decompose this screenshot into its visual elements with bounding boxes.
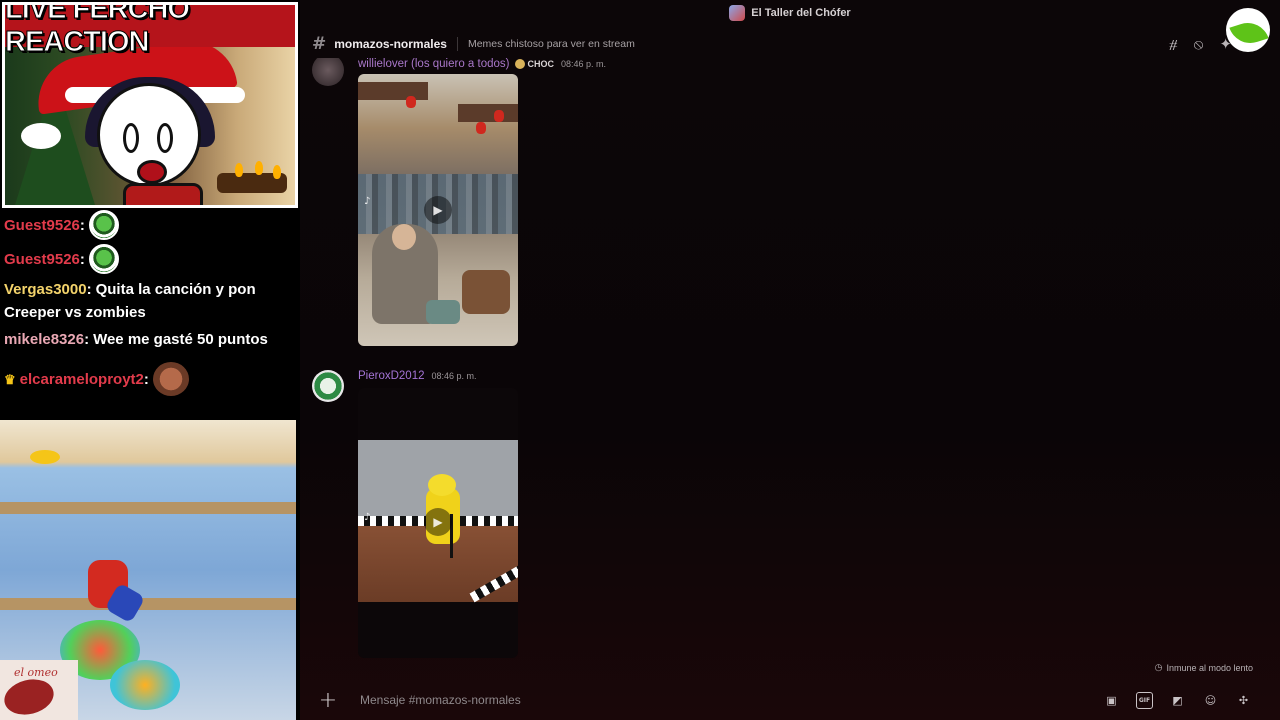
message-timestamp: 08:46 p. m. — [560, 59, 607, 69]
chat-username: Guest9526 — [4, 250, 80, 268]
emoji-icon[interactable]: ☺ — [1202, 692, 1219, 709]
chat-username: elcarameloproyt2 — [19, 370, 144, 388]
message-composer: + ▣ GIF ◩ ☺ ✣ — [312, 680, 1272, 720]
tiktok-icon: ♪ — [364, 512, 371, 523]
discord-window: El Taller del Chófer # momazos-normales … — [300, 0, 1280, 720]
hash-icon: # — [312, 34, 327, 54]
server-name: El Taller del Chófer — [751, 7, 851, 19]
sticker-icon[interactable]: ◩ — [1169, 692, 1186, 709]
chat-username: mikele8326 — [4, 331, 85, 348]
gift-icon[interactable]: ▣ — [1103, 692, 1120, 709]
chat-message: mikele8326: Wee me gasté 50 puntos — [4, 331, 268, 348]
tag-icon — [515, 59, 526, 69]
stream-title: LIVE FERCHO REACTION — [5, 5, 295, 59]
add-attachment-button[interactable]: + — [312, 684, 344, 716]
play-icon[interactable]: ▶ — [424, 508, 452, 536]
user-avatar[interactable] — [312, 58, 344, 86]
message-list[interactable]: willielover (los quiero a todos) CHOC 08… — [300, 58, 1280, 658]
apps-icon[interactable]: ✣ — [1235, 692, 1252, 709]
header-toolbar: ⧣ ⦸ ✦ — [1169, 30, 1232, 58]
monkey-emote — [152, 362, 189, 396]
video-attachment[interactable]: ♪ ▶ — [358, 74, 518, 346]
stream-chat: Guest9526: Guest9526: Vergas3000: Quita l… — [4, 210, 296, 400]
webcam-scene: LIVE FERCHO REACTION — [5, 5, 295, 205]
chat-text: Wee me gasté 50 puntos — [93, 331, 268, 348]
chat-username: Guest9526 — [4, 216, 80, 234]
tiktok-icon: ♪ — [364, 196, 371, 207]
avatar-mouth — [137, 160, 167, 184]
brand-logo — [1226, 8, 1270, 52]
clock-icon: ◷ — [1154, 662, 1163, 672]
guild-tag: CHOC — [515, 59, 554, 69]
threads-icon[interactable]: ⧣ — [1169, 35, 1177, 53]
message-input[interactable] — [358, 692, 1103, 708]
crown-icon: ♛ — [4, 371, 16, 387]
message-username[interactable]: willielover (los quiero a todos) — [358, 58, 509, 70]
channel-header: # momazos-normales Memes chistoso para v… — [300, 30, 1280, 58]
user-avatar[interactable] — [312, 370, 344, 402]
avatar-eye — [157, 123, 173, 153]
green-globe-emote — [88, 244, 119, 274]
chat-message: Vergas3000: Quita la canción y pon Creepe… — [4, 281, 256, 321]
channel-topic: Memes chistoso para ver en stream — [467, 38, 635, 50]
play-icon[interactable]: ▶ — [424, 196, 452, 224]
mute-icon[interactable]: ⦸ — [1194, 35, 1204, 53]
gif-icon[interactable]: GIF — [1136, 691, 1153, 709]
stream-overlay: LIVE FERCHO REACTION Guest9526: Guest952… — [0, 0, 300, 720]
webcam-panel: LIVE FERCHO REACTION — [2, 2, 298, 208]
chat-message: Guest9526: — [4, 210, 296, 240]
composer-toolbar: ▣ GIF ◩ ☺ ✣ — [1103, 691, 1252, 709]
chat-username: Vergas3000 — [4, 281, 87, 298]
channel-name: momazos-normales — [334, 37, 447, 51]
message-username[interactable]: PieroxD2012 — [358, 370, 424, 382]
message-timestamp: 08:46 p. m. — [431, 371, 477, 381]
chat-message: ♛ elcarameloproyt2: — [4, 362, 296, 396]
title-bar: El Taller del Chófer — [300, 0, 1280, 26]
slowmode-notice: ◷ Inmune al modo lento — [1154, 662, 1253, 673]
server-icon — [729, 5, 746, 21]
avatar-eye — [123, 123, 139, 153]
chat-message: Guest9526: — [4, 244, 296, 274]
video-attachment[interactable]: ♪ ▶ — [358, 388, 518, 658]
green-globe-emote — [88, 210, 119, 240]
corner-logo: el omeo — [0, 660, 78, 720]
